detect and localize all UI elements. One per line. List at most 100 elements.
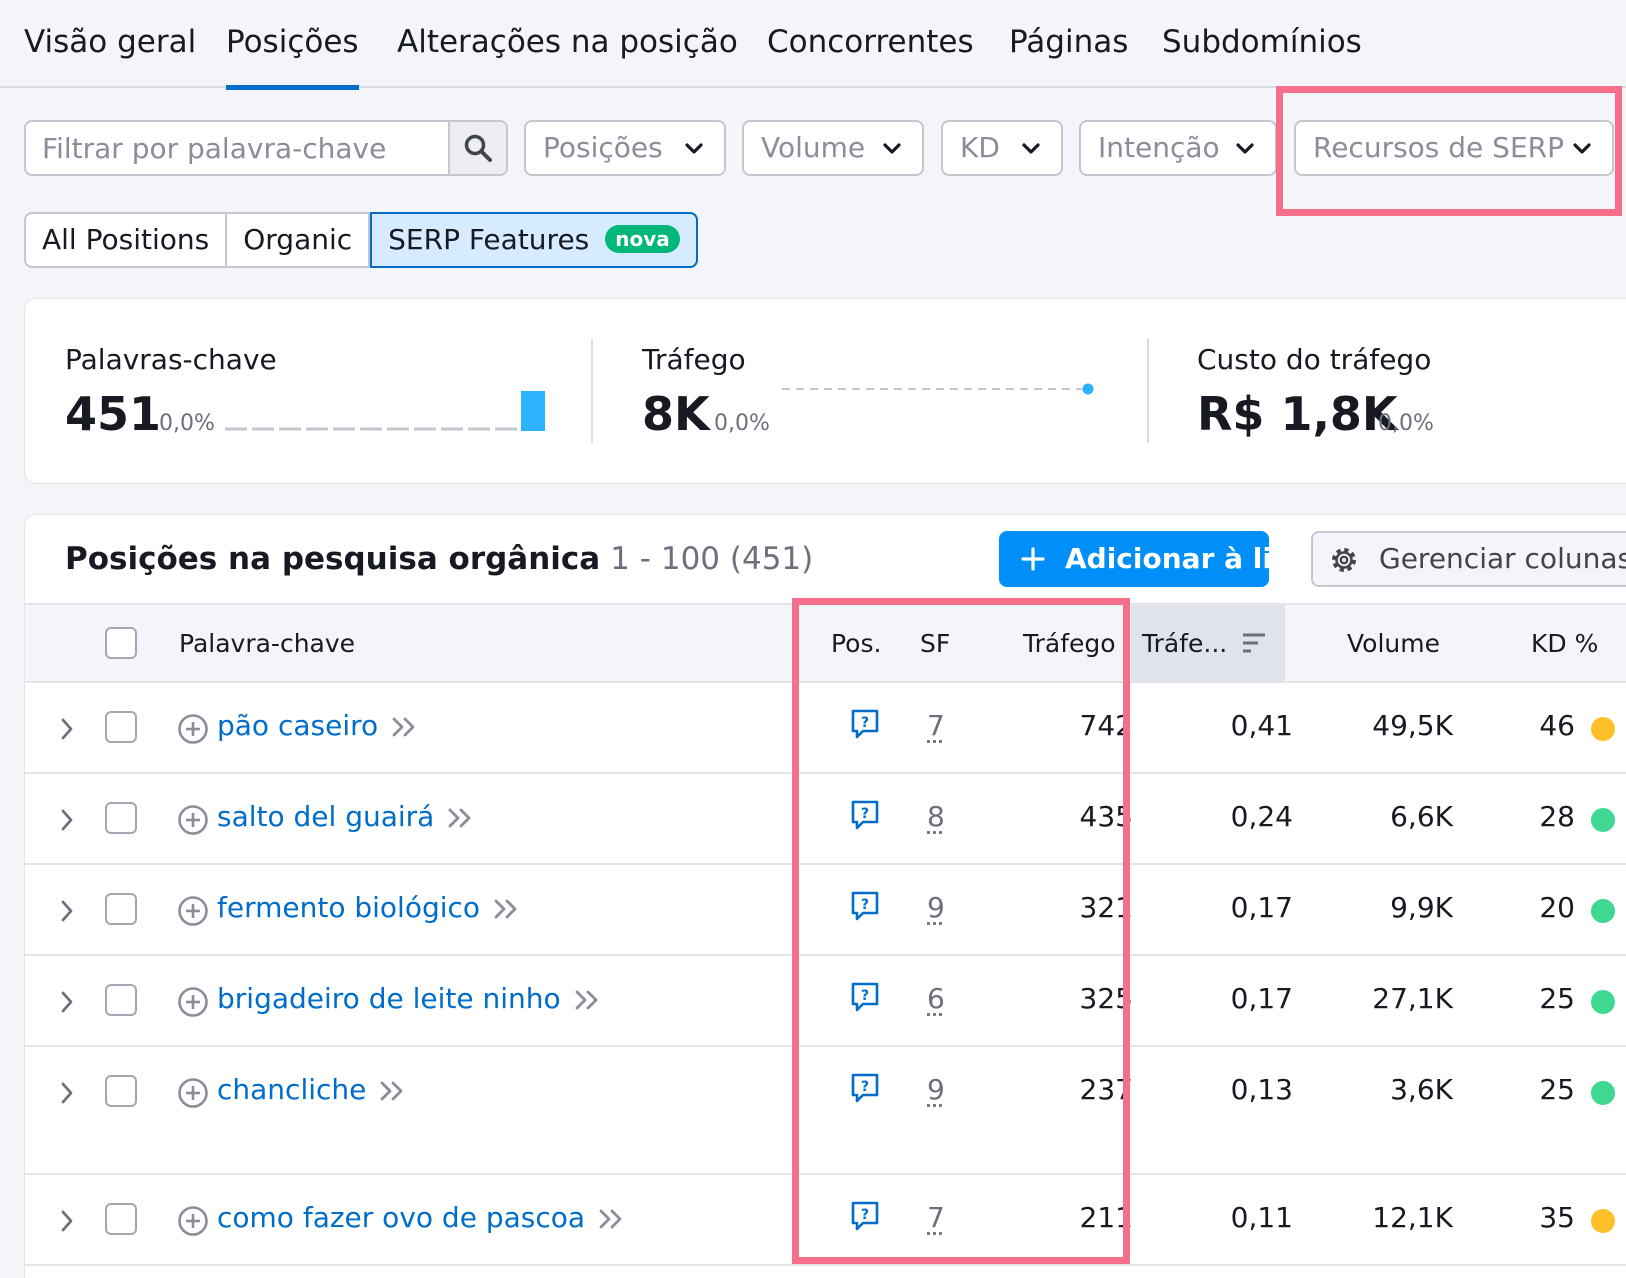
sf-count[interactable]: 6 <box>927 982 945 1015</box>
tab-concorrentes[interactable]: Concorrentes <box>767 24 974 88</box>
header-sf[interactable]: SF <box>920 605 950 683</box>
row-checkbox[interactable] <box>105 984 137 1016</box>
question-serp-feature-icon[interactable]: ? <box>849 1199 883 1233</box>
traffic-sparkline <box>782 383 1094 395</box>
svg-text:?: ? <box>861 988 869 1004</box>
metric-traffic-cost-pct: 0,0% <box>1378 411 1434 436</box>
add-circle-icon[interactable] <box>177 1205 209 1237</box>
add-circle-icon[interactable] <box>177 1077 209 1109</box>
table-range: 1 - 100 (451) <box>610 541 814 577</box>
sf-count[interactable]: 9 <box>927 1073 945 1106</box>
header-position[interactable]: Pos. <box>831 605 881 683</box>
kd-difficulty-dot <box>1591 717 1615 741</box>
keyword-link[interactable]: fermento biológico <box>217 891 519 924</box>
row-checkbox[interactable] <box>105 802 137 834</box>
kd-value: 35 <box>1539 1201 1575 1234</box>
question-serp-feature-icon[interactable]: ? <box>849 980 883 1014</box>
header-kd[interactable]: KD % <box>1531 605 1598 683</box>
keyword-link[interactable]: chancliche <box>217 1073 405 1106</box>
kd-dropdown[interactable]: KD <box>941 120 1063 176</box>
sf-count[interactable]: 7 <box>927 709 945 742</box>
tab-posicoes[interactable]: Posições <box>226 24 359 90</box>
chevron-down-icon <box>685 143 703 154</box>
tab-subdominios[interactable]: Subdomínios <box>1162 24 1362 88</box>
table-title: Posições na pesquisa orgânica 1 - 100 (45… <box>65 541 813 577</box>
add-to-list-button[interactable]: Adicionar à lista <box>999 531 1321 587</box>
gear-icon <box>1332 548 1356 572</box>
kd-difficulty-dot <box>1591 990 1615 1014</box>
sf-count[interactable]: 9 <box>927 891 945 924</box>
search-icon <box>464 134 492 162</box>
keyword-filter <box>24 120 508 176</box>
add-circle-icon[interactable] <box>177 713 209 745</box>
question-serp-feature-icon[interactable]: ? <box>849 798 883 832</box>
traffic-value: 435 <box>1079 800 1133 833</box>
header-traffic-percent[interactable]: Tráfe... <box>1142 605 1227 683</box>
organic-positions-table: Posições na pesquisa orgânica 1 - 100 (45… <box>24 514 1626 1278</box>
traffic-percent-value: 0,17 <box>1230 891 1293 924</box>
segment-organic[interactable]: Organic <box>227 214 371 266</box>
kd-value: 46 <box>1539 709 1575 742</box>
header-keyword[interactable]: Palavra-chave <box>179 605 355 683</box>
metric-keywords-label: Palavras-chave <box>65 343 277 376</box>
row-checkbox[interactable] <box>105 711 137 743</box>
sort-icon[interactable] <box>1241 631 1267 655</box>
keyword-text: fermento biológico <box>217 891 481 924</box>
row-checkbox[interactable] <box>105 893 137 925</box>
select-all-checkbox[interactable] <box>105 627 137 659</box>
row-checkbox[interactable] <box>105 1203 137 1235</box>
chevron-right-icon[interactable] <box>59 1209 75 1233</box>
traffic-percent-value: 0,11 <box>1230 1201 1293 1234</box>
keyword-link[interactable]: salto del guairá <box>217 800 473 833</box>
segment-all-positions[interactable]: All Positions <box>26 214 228 266</box>
table-row: como fazer ovo de pascoa ? 7 211 0,11 12… <box>25 1175 1626 1266</box>
manage-columns-button[interactable]: Gerenciar colunas <box>1311 531 1626 587</box>
table-row: salto del guairá ? 8 435 0,24 6,6K 28 <box>25 774 1626 865</box>
tab-alteracoes-posicao[interactable]: Alterações na posição <box>397 24 738 88</box>
add-circle-icon[interactable] <box>177 804 209 836</box>
question-serp-feature-icon[interactable]: ? <box>849 1071 883 1105</box>
row-checkbox[interactable] <box>105 1075 137 1107</box>
traffic-value: 211 <box>1079 1201 1133 1234</box>
header-volume[interactable]: Volume <box>1347 605 1440 683</box>
svg-text:?: ? <box>861 806 869 822</box>
add-circle-icon[interactable] <box>177 986 209 1018</box>
keyword-filter-input[interactable] <box>26 122 450 174</box>
header-traffic[interactable]: Tráfego <box>1023 605 1116 683</box>
question-serp-feature-icon[interactable]: ? <box>849 707 883 741</box>
serp-features-dropdown[interactable]: Recursos de SERP <box>1294 120 1614 176</box>
keyword-link[interactable]: como fazer ovo de pascoa <box>217 1201 624 1234</box>
table-row: pão caseiro ? 7 742 0,41 49,5K 46 <box>25 683 1626 774</box>
add-circle-icon[interactable] <box>177 895 209 927</box>
chevron-right-icon[interactable] <box>59 1081 75 1105</box>
search-button[interactable] <box>448 122 506 174</box>
double-chevron-right-icon <box>575 990 597 1010</box>
volume-value: 27,1K <box>1372 982 1453 1015</box>
chevron-right-icon[interactable] <box>59 899 75 923</box>
tab-visao-geral[interactable]: Visão geral <box>24 24 196 88</box>
add-to-list-label: Adicionar à lista <box>1065 542 1321 575</box>
metric-divider <box>1147 339 1149 443</box>
position-type-segments: All Positions Organic SERP Features nova <box>24 212 698 268</box>
question-serp-feature-icon[interactable]: ? <box>849 889 883 923</box>
volume-dropdown[interactable]: Volume <box>742 120 924 176</box>
volume-value: 12,1K <box>1372 1201 1453 1234</box>
chevron-right-icon[interactable] <box>59 990 75 1014</box>
segment-serp-features[interactable]: SERP Features nova <box>370 212 698 268</box>
sf-count[interactable]: 8 <box>927 800 945 833</box>
traffic-percent-value: 0,41 <box>1230 709 1293 742</box>
chevron-down-icon <box>1236 143 1254 154</box>
keyword-text: salto del guairá <box>217 800 435 833</box>
metric-traffic-label: Tráfego <box>642 343 746 376</box>
keyword-link[interactable]: brigadeiro de leite ninho <box>217 982 600 1015</box>
positions-dropdown[interactable]: Posições <box>524 120 726 176</box>
top-tabs: Visão geral Posições Alterações na posiç… <box>0 0 1626 90</box>
chevron-right-icon[interactable] <box>59 808 75 832</box>
svg-text:?: ? <box>861 1207 869 1223</box>
intent-dropdown[interactable]: Intenção <box>1079 120 1277 176</box>
chevron-right-icon[interactable] <box>59 717 75 741</box>
metric-traffic-cost-value: R$ 1,8K <box>1197 387 1398 441</box>
tab-paginas[interactable]: Páginas <box>1009 24 1128 88</box>
keyword-link[interactable]: pão caseiro <box>217 709 417 742</box>
sf-count[interactable]: 7 <box>927 1201 945 1234</box>
